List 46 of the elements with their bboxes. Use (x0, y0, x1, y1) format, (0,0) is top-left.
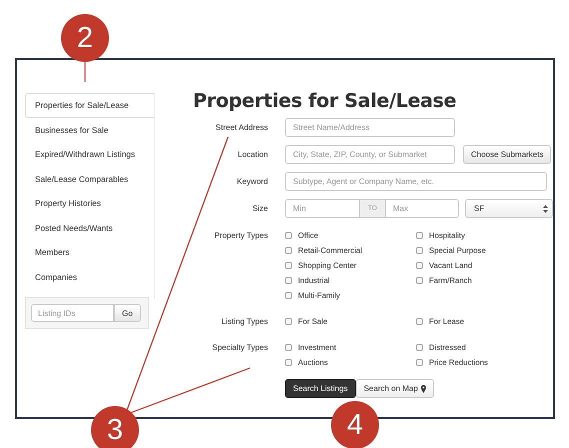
field-label: Street Address (214, 122, 268, 134)
field-label: Location (236, 149, 268, 161)
unit-select[interactable]: SF (465, 199, 553, 218)
checkbox[interactable] (416, 344, 423, 351)
sidebar-item[interactable]: Expired/Withdrawn Listings (25, 142, 154, 166)
field-label: Keyword (236, 176, 268, 188)
location-field[interactable]: City, State, ZIP, County, or Submarket (285, 145, 455, 164)
leader-line (84, 62, 86, 82)
min-size-field[interactable]: Min (285, 199, 360, 218)
page-heading: Properties for Sale/Lease (193, 90, 458, 112)
checkbox[interactable] (285, 262, 292, 269)
checkbox[interactable] (416, 262, 423, 269)
group-label: Specialty Types (211, 342, 268, 354)
checkbox[interactable] (285, 232, 292, 239)
map-pin-icon (420, 384, 426, 392)
callout-number: 2 (61, 14, 109, 62)
sidebar-item[interactable]: Properties for Sale/Lease (25, 93, 154, 118)
group-label: Property Types (213, 230, 268, 242)
checkbox[interactable] (416, 318, 423, 325)
listing-ids-field[interactable]: Listing IDs (31, 304, 114, 322)
go-button[interactable]: Go (114, 304, 141, 322)
checkbox[interactable] (285, 292, 292, 299)
search-on-map-button[interactable]: Search on Map (356, 379, 434, 398)
checkbox[interactable] (416, 247, 423, 254)
sidebar-item[interactable]: Companies (25, 264, 154, 289)
group-label: Listing Types (220, 316, 268, 328)
choose-submarkets-button[interactable]: Choose Submarkets (463, 145, 552, 164)
sidebar-item[interactable]: Businesses for Sale (25, 118, 154, 142)
sidebar-item[interactable]: Members (25, 240, 154, 264)
search-listings-button[interactable]: Search Listings (285, 379, 356, 398)
checkbox[interactable] (285, 247, 292, 254)
checkbox[interactable] (416, 359, 423, 366)
checkbox[interactable] (285, 277, 292, 284)
checkbox[interactable] (285, 359, 292, 366)
field-label: Size (251, 203, 268, 215)
checkbox[interactable] (285, 344, 292, 351)
sidebar-item[interactable]: Property Histories (25, 191, 154, 216)
max-size-field[interactable]: Max (385, 199, 459, 218)
checkbox[interactable] (416, 232, 423, 239)
sidebar-item[interactable]: Sale/Lease Comparables (25, 166, 154, 191)
checkbox[interactable] (416, 277, 423, 284)
checkbox[interactable] (285, 318, 292, 325)
updown-icon (543, 204, 548, 212)
sidebar-item[interactable]: Posted Needs/Wants (25, 216, 154, 240)
street-address-field[interactable]: Street Name/Address (285, 118, 455, 137)
keyword-field[interactable]: Subtype, Agent or Company Name, etc. (285, 172, 547, 191)
